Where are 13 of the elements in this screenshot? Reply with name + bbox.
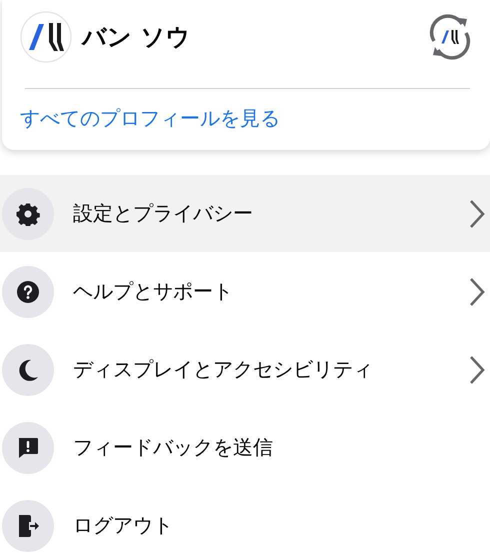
help-icon <box>2 266 54 318</box>
menu-item[interactable]: ログアウト <box>0 487 490 553</box>
menu-item[interactable]: 設定とプライバシー <box>0 175 490 252</box>
menu-item[interactable]: ディスプレイとアクセシビリティ <box>0 331 490 408</box>
moon-icon <box>2 344 54 396</box>
menu-item[interactable]: フィードバックを送信 <box>0 409 490 486</box>
see-all-profiles-link[interactable]: すべてのプロフィールを見る <box>20 105 280 132</box>
avatar-icon[interactable] <box>20 11 72 63</box>
profile-name: バン ソウ <box>82 22 192 53</box>
feedback-icon <box>2 422 54 474</box>
menu-item[interactable]: ヘルプとサポート <box>0 253 490 330</box>
settings-icon <box>2 188 54 240</box>
logout-icon <box>2 500 54 552</box>
